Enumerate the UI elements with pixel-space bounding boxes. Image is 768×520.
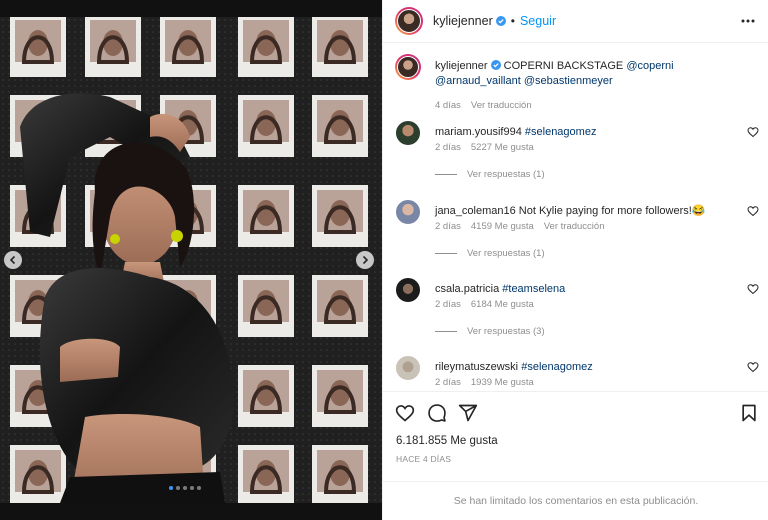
mention-link[interactable]: @sebastienmeyer <box>524 75 613 87</box>
follow-button[interactable]: Seguir <box>520 14 556 28</box>
comment-time: 2 días <box>435 299 461 310</box>
avatar[interactable] <box>395 277 421 303</box>
post-photo[interactable] <box>0 17 382 503</box>
caption-text-block: kyliejenner COPERNI BACKSTAGE @coperni @… <box>435 59 735 89</box>
heart-icon[interactable] <box>395 403 415 423</box>
comment-username[interactable]: csala.patricia <box>435 283 499 295</box>
comment-time: 2 días <box>435 221 461 232</box>
comment-meta: 2 días 6184 Me gusta <box>435 299 534 310</box>
likes-count[interactable]: 6.181.855 Me gusta <box>396 435 498 447</box>
media-letterbox-bottom <box>0 503 382 520</box>
view-replies-label: Ver respuestas (1) <box>467 248 545 259</box>
avatar[interactable] <box>395 120 421 146</box>
more-options-button[interactable] <box>739 12 757 30</box>
comment-text: rileymatuszewski #selenagomez <box>435 360 735 375</box>
heart-icon[interactable] <box>747 283 759 295</box>
header-username[interactable]: kyliejenner <box>433 14 493 28</box>
hashtag-link[interactable]: #teamselena <box>502 283 565 295</box>
caption-body: COPERNI BACKSTAGE <box>503 60 624 72</box>
heart-icon[interactable] <box>747 205 759 217</box>
caption-meta: 4 días Ver traducción <box>435 100 532 111</box>
bookmark-icon[interactable] <box>739 403 759 423</box>
chevron-right-icon <box>362 255 369 265</box>
media-letterbox-top <box>0 0 382 17</box>
verified-badge-icon <box>495 16 506 26</box>
comment-likes[interactable]: 1939 Me gusta <box>471 377 534 388</box>
carousel-indicator <box>169 486 201 490</box>
comment-time: 2 días <box>435 377 461 388</box>
comment-username[interactable]: mariam.yousif994 <box>435 126 522 138</box>
view-replies-button[interactable]: Ver respuestas (3) <box>435 326 545 337</box>
verified-badge-icon <box>490 60 501 70</box>
hashtag-link[interactable]: #selenagomez <box>525 126 597 138</box>
carousel-dot <box>183 486 187 490</box>
comment-meta: 2 días 1939 Me gusta <box>435 377 534 388</box>
heart-icon[interactable] <box>747 126 759 138</box>
comment-text: jana_coleman16 Not Kylie paying for more… <box>435 204 735 219</box>
caption-time: 4 días <box>435 100 461 111</box>
comment-likes[interactable]: 5227 Me gusta <box>471 142 534 153</box>
avatar[interactable] <box>395 7 423 35</box>
instagram-post-modal: kyliejenner • Seguir kyliejenner COPERNI… <box>0 0 768 520</box>
post-media <box>0 0 382 520</box>
post-sidebar: kyliejenner • Seguir kyliejenner COPERNI… <box>382 0 768 520</box>
comment-username[interactable]: rileymatuszewski <box>435 361 518 373</box>
comment-meta: 2 días 4159 Me gusta Ver traducción <box>435 221 604 232</box>
post-header: kyliejenner • Seguir <box>383 0 768 43</box>
avatar[interactable] <box>395 199 421 225</box>
comment-meta: 2 días 5227 Me gusta <box>435 142 534 153</box>
chevron-left-icon <box>9 255 16 265</box>
carousel-dot <box>190 486 194 490</box>
view-replies-button[interactable]: Ver respuestas (1) <box>435 169 545 180</box>
photo-illustration <box>0 17 382 503</box>
comment-text: csala.patricia #teamselena <box>435 282 735 297</box>
carousel-dot <box>176 486 180 490</box>
comment-body: Not Kylie paying for more followers! <box>518 205 692 217</box>
comment-text: mariam.yousif994 #selenagomez <box>435 125 735 140</box>
carousel-dot <box>197 486 201 490</box>
header-separator: • <box>510 14 515 28</box>
comment-likes[interactable]: 4159 Me gusta <box>471 221 534 232</box>
comment-likes[interactable]: 6184 Me gusta <box>471 299 534 310</box>
heart-icon[interactable] <box>747 361 759 373</box>
next-slide-button[interactable] <box>356 251 374 269</box>
carousel-dot <box>169 486 173 490</box>
comment-bubble-icon[interactable] <box>427 403 447 423</box>
caption-username[interactable]: kyliejenner <box>435 60 488 72</box>
post-actions-bar <box>383 391 768 431</box>
avatar[interactable] <box>395 355 421 381</box>
comment-username[interactable]: jana_coleman16 <box>435 205 516 217</box>
laughing-emoji: 😂 <box>691 205 706 217</box>
comments-limited-notice: Se han limitado los comentarios en esta … <box>383 481 768 520</box>
mention-link[interactable]: @arnaud_vaillant <box>435 75 521 87</box>
view-replies-label: Ver respuestas (1) <box>467 169 545 180</box>
avatar[interactable] <box>395 54 421 80</box>
paper-plane-icon[interactable] <box>458 403 478 423</box>
comment-time: 2 días <box>435 142 461 153</box>
previous-slide-button[interactable] <box>4 251 22 269</box>
see-translation-button[interactable]: Ver traducción <box>544 221 605 232</box>
comments-list: kyliejenner COPERNI BACKSTAGE @coperni @… <box>383 44 768 391</box>
see-translation-button[interactable]: Ver traducción <box>471 100 532 111</box>
mention-link[interactable]: @coperni <box>626 60 673 72</box>
view-replies-button[interactable]: Ver respuestas (1) <box>435 248 545 259</box>
view-replies-label: Ver respuestas (3) <box>467 326 545 337</box>
post-timestamp: HACE 4 DÍAS <box>396 454 452 464</box>
hashtag-link[interactable]: #selenagomez <box>521 361 593 373</box>
more-options-icon <box>741 19 755 23</box>
